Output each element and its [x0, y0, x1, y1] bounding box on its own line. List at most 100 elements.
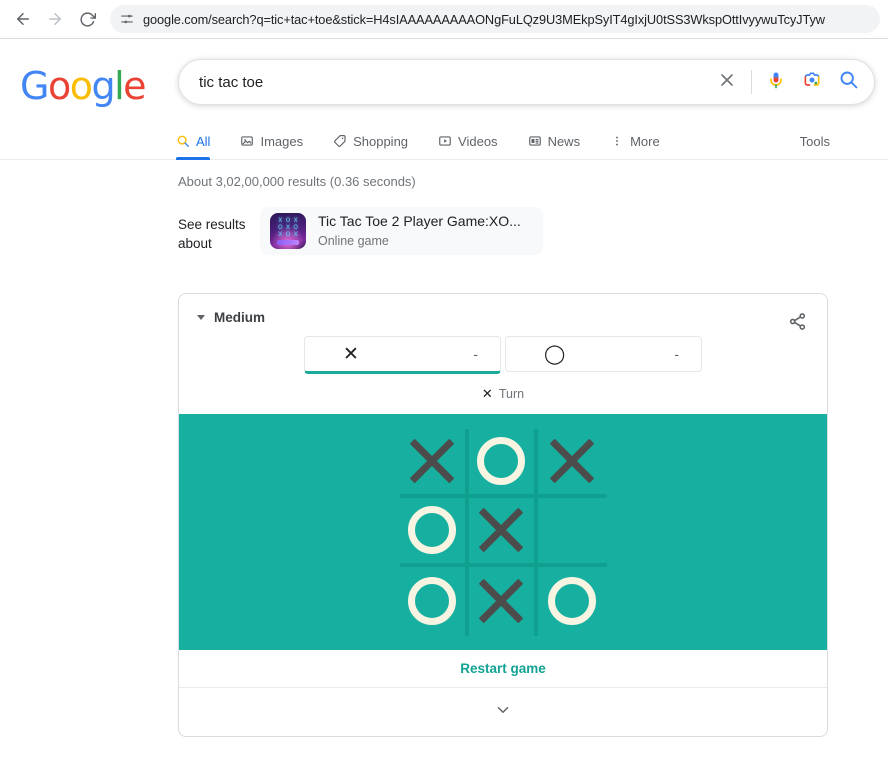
image-icon [240, 134, 254, 148]
reload-icon [79, 11, 96, 28]
more-vertical-icon [610, 134, 624, 148]
search-submit-button[interactable] [830, 64, 866, 100]
search-icon [838, 69, 859, 95]
url-text: google.com/search?q=tic+tac+toe&stick=H4… [143, 11, 825, 27]
difficulty-selector[interactable]: Medium [197, 310, 265, 325]
game-board[interactable] [399, 428, 607, 636]
share-button[interactable] [786, 310, 809, 338]
site-settings-icon[interactable] [120, 12, 134, 26]
search-input[interactable]: tic tac toe [199, 74, 709, 91]
app-icon-bar [277, 240, 299, 245]
tab-label: News [547, 133, 581, 149]
score-value-o: - [674, 346, 679, 362]
game-card-header: Medium [179, 294, 827, 334]
tic-tac-toe-app-icon: XOX OXO XOX [270, 213, 306, 249]
clear-search-button[interactable] [709, 64, 745, 100]
logo-letter: o [47, 64, 71, 108]
tab-shopping[interactable]: Shopping [333, 123, 408, 159]
x-mark-icon [549, 438, 595, 484]
turn-mark: ✕ [481, 386, 493, 402]
turn-label: Turn [498, 387, 525, 401]
logo-letter: g [91, 64, 115, 108]
share-icon [788, 312, 807, 336]
google-header: Google tic tac toe [0, 39, 888, 105]
game-board-area [179, 414, 827, 650]
score-row: ✕ - ◯ - [179, 336, 827, 374]
news-icon [528, 134, 542, 148]
search-nav-tabs: All Images Shopping Videos News More Too… [0, 123, 888, 160]
microphone-icon [766, 70, 786, 95]
board-cell-2-0[interactable] [400, 566, 469, 636]
arrow-left-icon [14, 10, 32, 28]
tab-label: Images [260, 133, 304, 149]
tab-label: Shopping [353, 133, 409, 149]
o-mark-icon [548, 577, 596, 625]
x-mark-icon [409, 438, 455, 484]
score-mark-x: ✕ [343, 342, 359, 365]
app-result-chip[interactable]: XOX OXO XOX Tic Tac Toe 2 Player Game:XO… [260, 207, 543, 255]
app-title: Tic Tac Toe 2 Player Game:XO... [318, 213, 521, 229]
google-lens-icon [802, 70, 822, 95]
see-results-about: See results about XOX OXO XOX Tic Tac To… [178, 207, 888, 255]
result-stats: About 3,02,00,000 results (0.36 seconds) [178, 174, 416, 189]
score-mark-o: ◯ [544, 342, 566, 365]
tag-icon [333, 134, 347, 148]
expand-card-button[interactable] [179, 688, 827, 736]
tab-label: All [196, 133, 211, 149]
chevron-down-icon [494, 701, 512, 724]
app-icon-grid: XOX OXO XOX [277, 217, 299, 238]
tab-label: Videos [458, 133, 498, 149]
search-divider [751, 70, 753, 94]
video-icon [438, 134, 452, 148]
results-area: About 3,02,00,000 results (0.36 seconds)… [0, 174, 888, 737]
browser-toolbar: google.com/search?q=tic+tac+toe&stick=H4… [0, 0, 888, 38]
score-box-x[interactable]: ✕ - [304, 336, 501, 374]
tic-tac-toe-game-card: Medium ✕ - ◯ - ✕ Turn Restart game [178, 293, 828, 737]
tools-button[interactable]: Tools [800, 134, 830, 149]
board-cell-2-2[interactable] [538, 567, 607, 636]
search-box[interactable]: tic tac toe [178, 59, 876, 105]
tab-more[interactable]: More [610, 123, 660, 159]
see-results-label: See results about [178, 217, 246, 251]
logo-letter: e [123, 64, 146, 108]
tab-images[interactable]: Images [240, 123, 303, 159]
board-cell-0-2[interactable] [537, 429, 607, 498]
tab-label: More [630, 133, 660, 149]
turn-indicator: ✕ Turn [179, 384, 827, 404]
tabs-divider [0, 159, 888, 160]
close-icon [717, 70, 737, 95]
o-mark-icon [408, 506, 456, 554]
voice-search-button[interactable] [758, 64, 794, 100]
board-cell-2-1[interactable] [469, 566, 538, 636]
board-cell-0-0[interactable] [399, 428, 469, 498]
board-cell-1-2[interactable] [537, 498, 607, 567]
restart-game-button[interactable]: Restart game [179, 650, 827, 688]
forward-button[interactable] [40, 4, 70, 34]
tab-all[interactable]: All [176, 123, 211, 160]
tab-news[interactable]: News [528, 123, 581, 159]
x-mark-icon [478, 507, 524, 553]
o-mark-icon [408, 577, 456, 625]
tab-videos[interactable]: Videos [438, 123, 498, 159]
lens-search-button[interactable] [794, 64, 830, 100]
difficulty-label: Medium [214, 310, 266, 325]
caret-down-icon [197, 315, 205, 320]
back-button[interactable] [8, 4, 38, 34]
reload-button[interactable] [72, 4, 102, 34]
restart-game-label: Restart game [460, 661, 546, 676]
board-cell-0-1[interactable] [468, 428, 538, 498]
x-mark-icon [478, 578, 524, 624]
logo-letter: o [69, 64, 93, 108]
score-box-o[interactable]: ◯ - [505, 336, 702, 372]
logo-letter: l [114, 64, 125, 108]
address-bar[interactable]: google.com/search?q=tic+tac+toe&stick=H4… [110, 5, 880, 33]
board-cell-1-0[interactable] [399, 497, 469, 567]
arrow-right-icon [46, 10, 64, 28]
app-subtitle: Online game [318, 234, 389, 248]
board-cell-1-1[interactable] [468, 497, 538, 567]
logo-letter: G [20, 64, 49, 108]
o-mark-icon [477, 437, 525, 485]
score-value-x: - [473, 346, 478, 362]
search-icon [176, 134, 190, 148]
google-logo[interactable]: Google [20, 64, 147, 108]
